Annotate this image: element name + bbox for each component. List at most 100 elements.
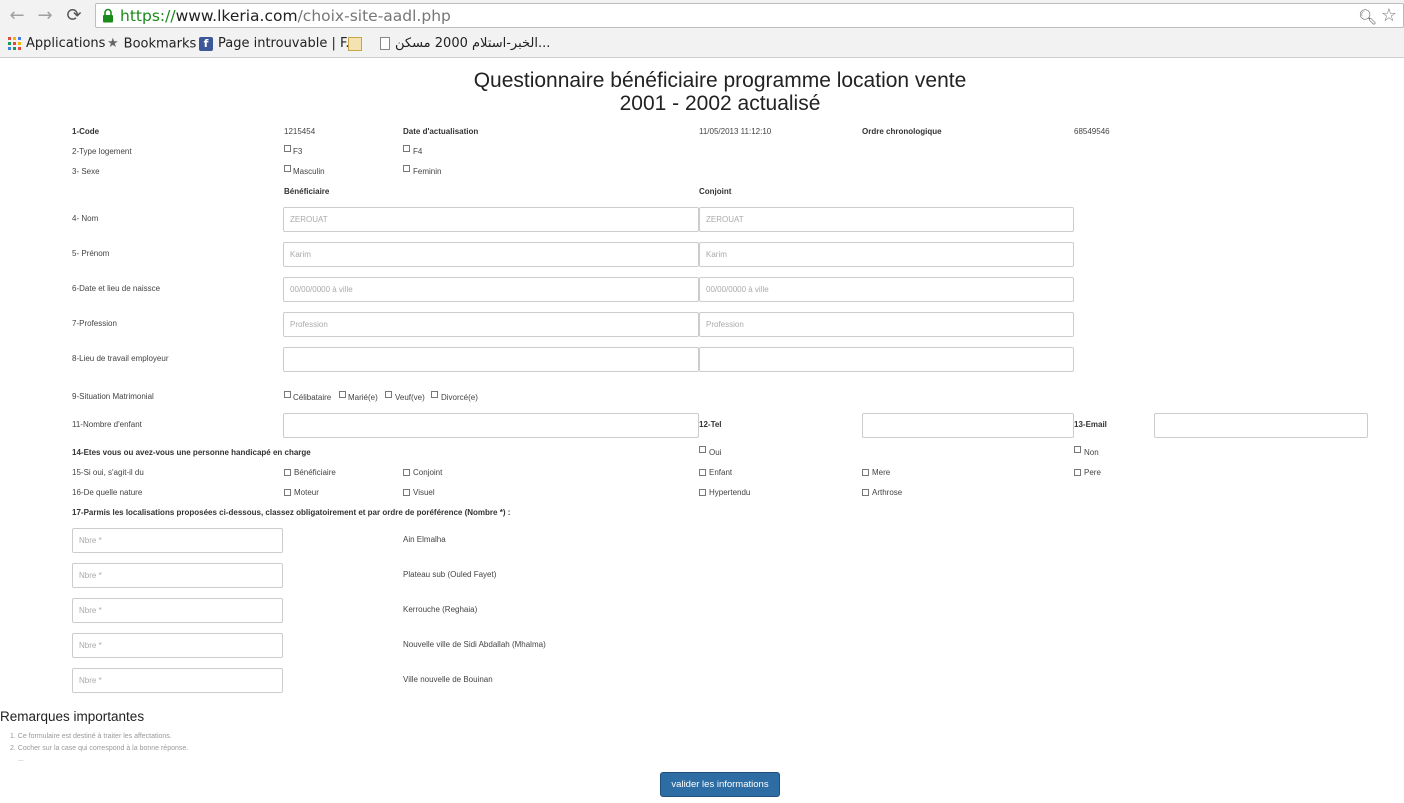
site-favicon-icon <box>348 36 362 51</box>
forward-icon[interactable]: → <box>33 4 57 28</box>
arthrose-checkbox[interactable] <box>862 489 869 496</box>
conjoint-checkbox[interactable] <box>403 469 410 476</box>
title-line-1: Questionnaire bénéficiaire programme loc… <box>473 69 967 92</box>
code-label: 1-Code <box>72 127 100 136</box>
bookmarks-bar: Applications ★ Bookmarks f Page introuvabl… <box>0 32 1404 56</box>
nature-label: 16-De quelle nature <box>72 488 143 497</box>
f3-checkbox[interactable] <box>284 145 291 152</box>
page-icon <box>380 37 390 50</box>
f4-checkbox[interactable] <box>403 145 410 152</box>
star-icon: ★ <box>107 36 119 51</box>
divorce-label: Divorcé(e) <box>441 393 478 402</box>
sagit-label: 15-Si oui, s'agit-il du <box>72 468 144 477</box>
f3-label: F3 <box>293 147 303 156</box>
browser-chrome: ← → ⟳ https://www.lkeria.com/choix-site-… <box>0 0 1404 58</box>
moteur-option-label: Moteur <box>294 488 319 497</box>
enfants-input[interactable] <box>283 413 699 438</box>
naissance-beneficiaire-input[interactable]: 00/00/0000 à ville <box>283 277 699 302</box>
marie-checkbox[interactable] <box>339 391 346 398</box>
oui-label: Oui <box>709 448 722 457</box>
site-rank-input-4[interactable]: Nbre * <box>72 633 283 658</box>
celibataire-checkbox[interactable] <box>284 391 291 398</box>
pere-checkbox[interactable] <box>1074 469 1081 476</box>
tel-input[interactable] <box>862 413 1074 438</box>
back-icon[interactable]: ← <box>5 4 29 28</box>
veuf-label: Veuf(ve) <box>395 393 425 402</box>
site-name-4: Nouvelle ville de Sidi Abdallah (Mhalma) <box>403 640 546 649</box>
beneficiaire-option-label: Bénéficiaire <box>294 468 336 477</box>
zoom-icon[interactable]: 🔍︎ <box>1358 8 1377 26</box>
feminin-label: Feminin <box>413 167 442 176</box>
remarks-title: Remarques importantes <box>0 709 145 724</box>
moteur-checkbox[interactable] <box>284 489 291 496</box>
bookmark-apps[interactable]: Applications <box>8 34 105 54</box>
bookmark-site-icon[interactable] <box>348 34 367 54</box>
site-rank-input-2[interactable]: Nbre * <box>72 563 283 588</box>
non-checkbox[interactable] <box>1074 446 1081 453</box>
naissance-label: 6-Date et lieu de naissce <box>72 284 161 293</box>
profession-beneficiaire-input[interactable]: Profession <box>283 312 699 337</box>
site-name-1: Ain Elmalha <box>403 535 446 544</box>
naissance-conjoint-input[interactable]: 00/00/0000 à ville <box>699 277 1074 302</box>
bookmark-arabic[interactable]: الخبر-استلام 2000 مسكن... <box>380 34 550 54</box>
beneficiaire-header: Bénéficiaire <box>284 187 330 196</box>
celibataire-label: Célibataire <box>293 393 332 402</box>
beneficiaire-checkbox[interactable] <box>284 469 291 476</box>
ordre-label: Ordre chronologique <box>862 127 942 136</box>
facebook-icon: f <box>199 36 213 51</box>
lieu-travail-conjoint-input[interactable] <box>699 347 1074 372</box>
site-rank-input-5[interactable]: Nbre * <box>72 668 283 693</box>
bookmark-bookmarks[interactable]: ★ Bookmarks <box>107 34 196 54</box>
star-icon[interactable]: ☆ <box>1381 5 1397 26</box>
veuf-checkbox[interactable] <box>385 391 392 398</box>
hypertendu-option-label: Hypertendu <box>709 488 751 497</box>
email-label: 13-Email <box>1074 420 1107 429</box>
email-input[interactable] <box>1154 413 1368 438</box>
type-logement-label: 2-Type logement <box>72 147 132 156</box>
mere-checkbox[interactable] <box>862 469 869 476</box>
reload-icon[interactable]: ⟳ <box>62 4 86 28</box>
site-rank-input-3[interactable]: Nbre * <box>72 598 283 623</box>
feminin-checkbox[interactable] <box>403 165 410 172</box>
site-name-2: Plateau sub (Ouled Fayet) <box>403 570 497 579</box>
site-name-3: Kerrouche (Reghaia) <box>403 605 478 614</box>
conjoint-option-label: Conjoint <box>413 468 443 477</box>
prenom-beneficiaire-input[interactable]: Karim <box>283 242 699 267</box>
date-label: Date d'actualisation <box>403 127 479 136</box>
hypertendu-checkbox[interactable] <box>699 489 706 496</box>
prenom-conjoint-input[interactable]: Karim <box>699 242 1074 267</box>
visuel-option-label: Visuel <box>413 488 435 497</box>
date-value: 11/05/2013 11:12:10 <box>699 127 772 136</box>
masculin-label: Masculin <box>293 167 325 176</box>
handicap-label: 14-Etes vous ou avez-vous une personne h… <box>72 448 311 457</box>
remark-item-3: ... <box>18 756 24 763</box>
masculin-checkbox[interactable] <box>284 165 291 172</box>
ordre-value: 68549546 <box>1074 127 1110 136</box>
localisations-label: 17-Parmis les localisations proposées ci… <box>72 508 511 517</box>
enfant-checkbox[interactable] <box>699 469 706 476</box>
nom-label: 4- Nom <box>72 214 99 223</box>
non-label: Non <box>1084 448 1099 457</box>
arthrose-option-label: Arthrose <box>872 488 903 497</box>
oui-checkbox[interactable] <box>699 446 706 453</box>
prenom-label: 5- Prénom <box>72 249 110 258</box>
nom-beneficiaire-input[interactable]: ZEROUAT <box>283 207 699 232</box>
lieu-travail-beneficiaire-input[interactable] <box>283 347 699 372</box>
bookmark-facebook[interactable]: f Page introuvable | F... <box>199 34 358 54</box>
nom-conjoint-input[interactable]: ZEROUAT <box>699 207 1074 232</box>
situation-label: 9-Situation Matrimonial <box>72 392 154 401</box>
profession-conjoint-input[interactable]: Profession <box>699 312 1074 337</box>
divorce-checkbox[interactable] <box>431 391 438 398</box>
pere-option-label: Pere <box>1084 468 1101 477</box>
page-title: Questionnaire bénéficiaire programme loc… <box>420 69 1020 115</box>
site-rank-input-1[interactable]: Nbre * <box>72 528 283 553</box>
marie-label: Marié(e) <box>348 393 378 402</box>
address-bar[interactable]: https://www.lkeria.com/choix-site-aadl.p… <box>95 3 1404 28</box>
apps-icon <box>8 37 21 50</box>
visuel-checkbox[interactable] <box>403 489 410 496</box>
enfant-option-label: Enfant <box>709 468 733 477</box>
site-name-5: Ville nouvelle de Bouinan <box>403 675 493 684</box>
conjoint-header: Conjoint <box>699 187 732 196</box>
remark-item-2: 2. Cocher sur la case qui correspond à l… <box>10 745 189 752</box>
submit-button[interactable]: valider les informations <box>660 772 780 797</box>
